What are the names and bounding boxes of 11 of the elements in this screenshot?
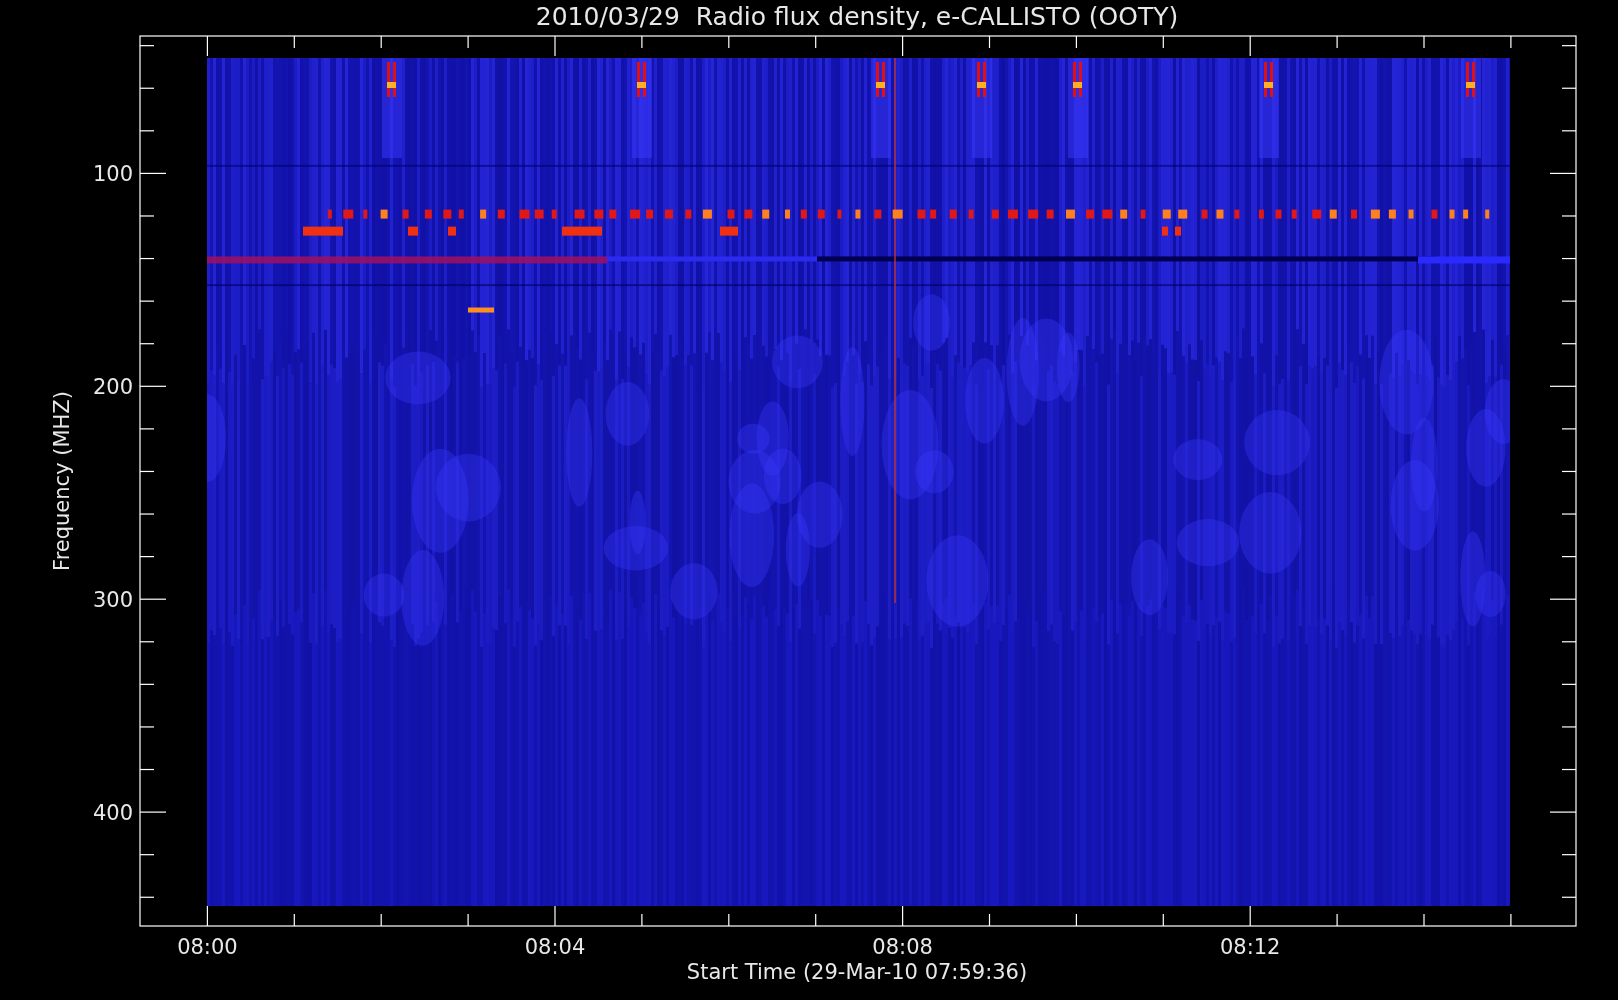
x-tick-label: 08:08 (872, 935, 933, 959)
x-tick-label: 08:04 (524, 935, 586, 959)
plot-title: 2010/03/29 Radio flux density, e-CALLISTO (OOTY) (535, 2, 1179, 31)
x-tick-label: 08:12 (1219, 935, 1281, 959)
y-tick-label: 200 (92, 375, 133, 400)
x-tick-label: 08:00 (177, 935, 238, 959)
y-axis-label: Frequency (MHZ) (50, 391, 74, 571)
y-tick-label: 400 (92, 801, 133, 826)
y-tick-label: 100 (92, 162, 133, 187)
x-axis-label: Start Time (29-Mar-10 07:59:36) (686, 960, 1028, 984)
y-tick-label: 300 (92, 588, 133, 613)
